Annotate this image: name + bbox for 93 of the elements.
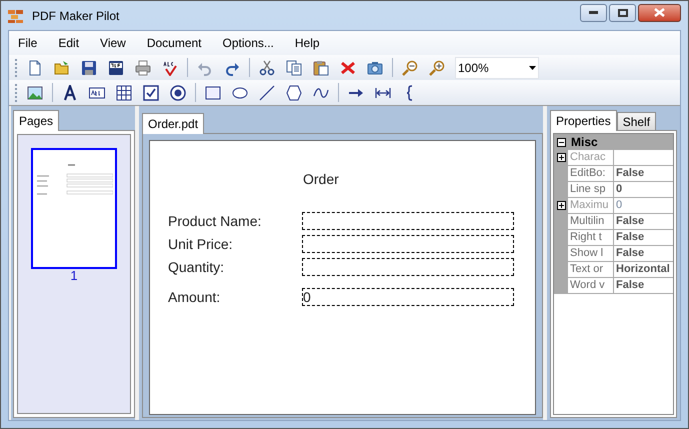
copy-icon bbox=[286, 60, 302, 76]
line-button[interactable] bbox=[258, 84, 276, 102]
menu-item[interactable]: Edit bbox=[58, 34, 80, 52]
zoom-out-button[interactable] bbox=[401, 58, 419, 76]
new-document-icon bbox=[27, 60, 43, 76]
form-field[interactable]: 0 bbox=[302, 288, 514, 306]
maximize-icon bbox=[618, 8, 628, 16]
page-number: 1 bbox=[70, 269, 78, 283]
property-value: False bbox=[615, 246, 646, 261]
property-name: Multilin bbox=[568, 214, 614, 229]
pdf-save-button[interactable] bbox=[107, 58, 125, 76]
hexagon-icon bbox=[286, 84, 302, 100]
rectangle-icon bbox=[205, 84, 221, 100]
radio-button-icon bbox=[170, 84, 186, 100]
property-name: Right t bbox=[568, 230, 614, 245]
property-name: Charac bbox=[568, 150, 614, 165]
field-label: Unit Price: bbox=[168, 235, 233, 254]
minimize-button[interactable] bbox=[580, 4, 607, 22]
property-value: False bbox=[615, 278, 646, 293]
property-name: Show l bbox=[568, 246, 614, 261]
printer-icon bbox=[135, 60, 151, 76]
caret-icon bbox=[529, 66, 536, 70]
property-value: False bbox=[615, 166, 646, 181]
picture-button[interactable] bbox=[26, 84, 44, 102]
line-icon bbox=[259, 84, 275, 100]
minimize-icon bbox=[589, 11, 598, 14]
text-field-icon bbox=[89, 84, 105, 100]
copy-button[interactable] bbox=[285, 58, 303, 76]
property-value: 0 bbox=[615, 198, 624, 213]
camera-icon bbox=[367, 60, 383, 76]
property-value: False bbox=[615, 230, 646, 245]
tab[interactable]: Order.pdt bbox=[142, 113, 204, 134]
spellcheck-icon bbox=[162, 60, 178, 76]
zoom-value: 100% bbox=[458, 60, 490, 76]
zoom-in-icon bbox=[429, 60, 445, 76]
hexagon-button[interactable] bbox=[285, 84, 303, 102]
open-folder-button[interactable] bbox=[53, 58, 71, 76]
open-folder-icon bbox=[54, 60, 70, 76]
paste-icon bbox=[313, 60, 329, 76]
zoom-out-icon bbox=[402, 60, 418, 76]
checkbox-button[interactable] bbox=[142, 84, 160, 102]
menu-item[interactable]: Help bbox=[294, 34, 320, 52]
expand-icon[interactable] bbox=[556, 153, 566, 162]
save-button[interactable] bbox=[80, 58, 98, 76]
zoom-in-button[interactable] bbox=[428, 58, 446, 76]
close-button[interactable] bbox=[638, 4, 681, 22]
scissors-button[interactable] bbox=[258, 58, 276, 76]
close-icon bbox=[654, 8, 665, 17]
radio-button-button[interactable] bbox=[169, 84, 187, 102]
field-label: Product Name: bbox=[168, 212, 262, 231]
property-value: False bbox=[615, 214, 646, 229]
document-heading: Order bbox=[303, 170, 339, 189]
delete-icon bbox=[340, 60, 356, 76]
property-name: EditBo: bbox=[568, 166, 614, 181]
maximize-button[interactable] bbox=[609, 4, 636, 22]
checkbox-icon bbox=[143, 84, 159, 100]
page-thumbnail[interactable] bbox=[31, 148, 117, 269]
app-logo-icon bbox=[8, 8, 24, 22]
ellipse-icon bbox=[232, 84, 248, 100]
form-field[interactable] bbox=[302, 212, 514, 230]
tab[interactable]: Properties bbox=[550, 110, 617, 131]
menu-item[interactable]: Options... bbox=[222, 34, 274, 52]
window-title: PDF Maker Pilot bbox=[32, 8, 120, 24]
save-icon bbox=[81, 60, 97, 76]
text-icon bbox=[62, 84, 78, 100]
property-name: Line sp bbox=[568, 182, 614, 197]
table-button[interactable] bbox=[115, 84, 133, 102]
pdf-save-icon bbox=[108, 60, 124, 76]
field-label: Amount: bbox=[168, 288, 220, 307]
field-label: Quantity: bbox=[168, 258, 224, 277]
text-button[interactable] bbox=[61, 84, 79, 102]
menu-item[interactable]: File bbox=[18, 34, 38, 52]
property-value: 0 bbox=[615, 182, 624, 197]
menu-item[interactable]: View bbox=[100, 34, 126, 52]
scissors-icon bbox=[259, 60, 275, 76]
collapse-icon[interactable] bbox=[557, 138, 566, 146]
expand-icon[interactable] bbox=[556, 201, 566, 210]
paste-button[interactable] bbox=[312, 58, 330, 76]
category-label: Misc bbox=[571, 134, 598, 151]
property-name: Text or bbox=[568, 262, 614, 277]
printer-button[interactable] bbox=[134, 58, 152, 76]
zoom-dropdown[interactable]: 100% bbox=[455, 56, 539, 78]
property-name: Maximu bbox=[568, 198, 614, 213]
tab[interactable]: Shelf bbox=[616, 112, 656, 130]
tab[interactable]: Pages bbox=[13, 110, 60, 131]
table-icon bbox=[116, 84, 132, 100]
menu-item[interactable]: Document bbox=[146, 34, 202, 52]
rectangle-button[interactable] bbox=[204, 84, 222, 102]
form-field[interactable] bbox=[302, 235, 514, 253]
form-field[interactable] bbox=[302, 258, 514, 276]
property-value: Horizontal bbox=[615, 262, 671, 277]
picture-icon bbox=[27, 84, 43, 100]
property-name: Word v bbox=[568, 278, 614, 293]
